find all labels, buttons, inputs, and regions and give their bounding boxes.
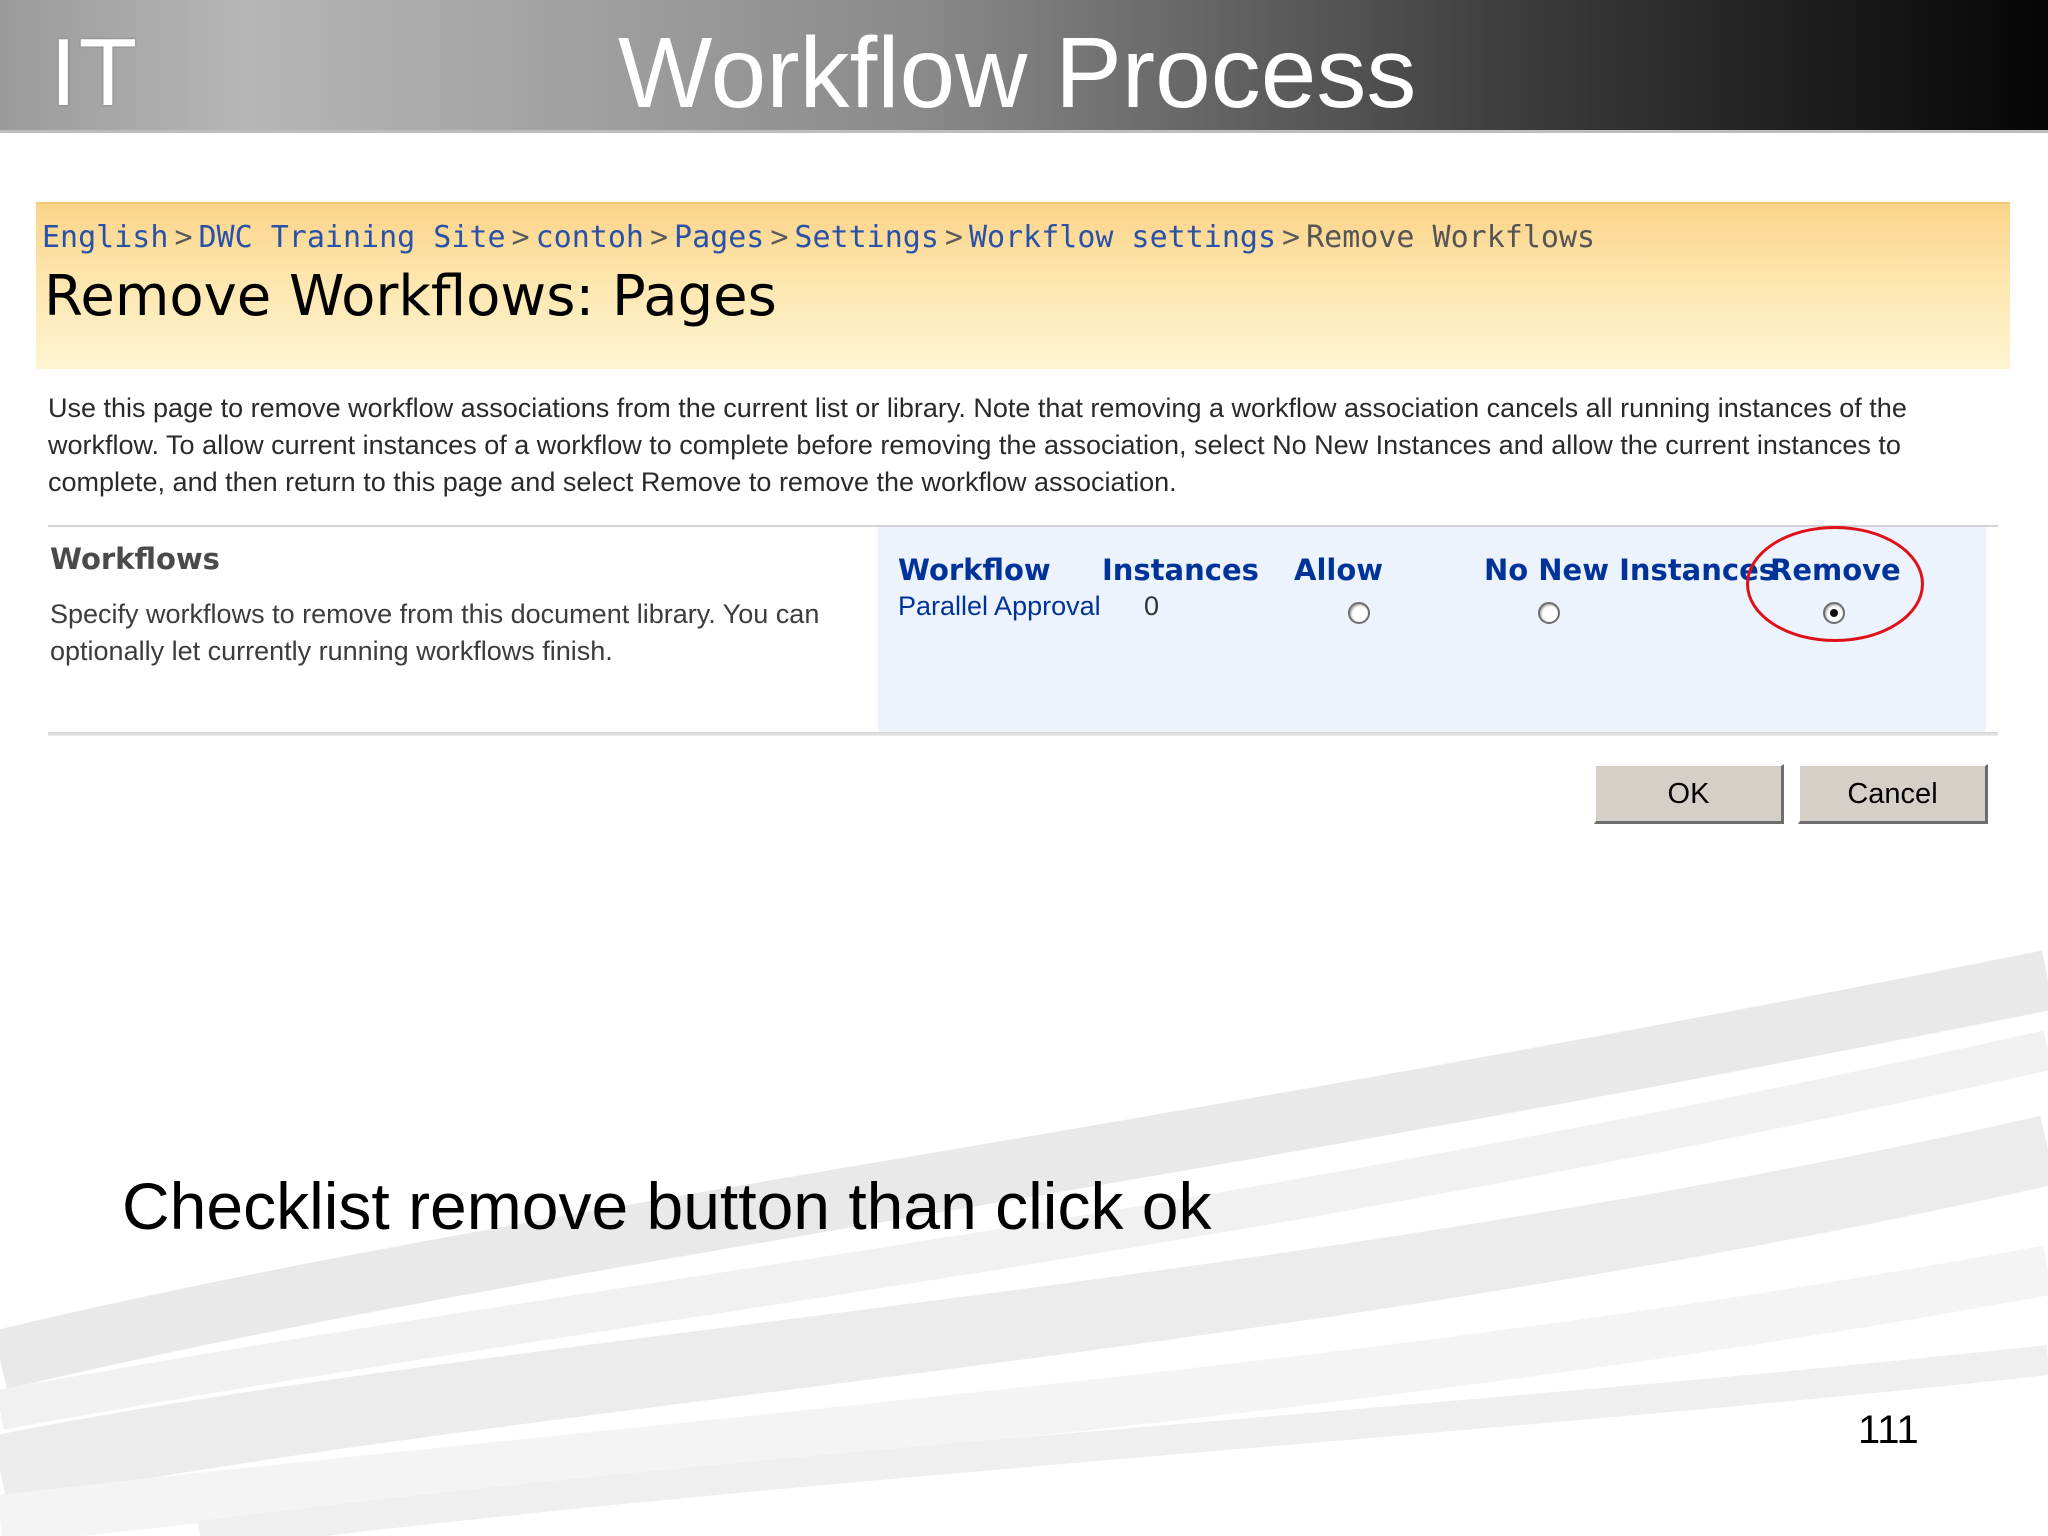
breadcrumb-separator: > (944, 220, 963, 255)
breadcrumb-separator: > (649, 220, 669, 255)
breadcrumb-current: Remove Workflows (1306, 220, 1596, 255)
column-header-no-new-instances: No New Instances (1484, 553, 1777, 587)
breadcrumb-link-english[interactable]: English (42, 220, 168, 255)
slide-title: Workflow Process (618, 17, 1417, 129)
breadcrumb-separator: > (511, 220, 530, 255)
cancel-button[interactable]: Cancel (1798, 764, 1988, 824)
page-description: Use this page to remove workflow associa… (48, 393, 1907, 497)
title-area: English > DWC Training Site > contoh > Pages > S… (36, 202, 2010, 369)
slide-header: IT Workflow Process (0, 0, 2048, 133)
section-title: Workflows (50, 542, 220, 576)
no-new-instances-radio[interactable] (1538, 602, 1560, 624)
breadcrumb-link-contoh[interactable]: contoh (536, 220, 644, 255)
sharepoint-screenshot: English > DWC Training Site > contoh > Pages > S… (36, 202, 2010, 832)
slide-logo: IT (50, 19, 140, 126)
column-header-workflow: Workflow (898, 553, 1051, 587)
allow-radio[interactable] (1348, 602, 1370, 624)
section-bottom-divider (48, 732, 1998, 736)
slide-page-number: 111 (1858, 1408, 1919, 1452)
column-header-allow: Allow (1294, 553, 1384, 587)
ok-button[interactable]: OK (1594, 764, 1784, 824)
page-title: Remove Workflows: Pages (44, 264, 777, 329)
breadcrumb-link-settings[interactable]: Settings (794, 220, 939, 255)
breadcrumb-link-site[interactable]: DWC Training Site (199, 220, 506, 255)
breadcrumb-separator: > (1282, 220, 1301, 255)
breadcrumb: English > DWC Training Site > contoh > Pages > S… (42, 220, 1595, 255)
instances-count: 0 (1144, 591, 1160, 621)
breadcrumb-link-pages[interactable]: Pages (674, 220, 764, 255)
highlight-ellipse (1746, 526, 1924, 642)
breadcrumb-link-workflow-settings[interactable]: Workflow settings (969, 220, 1276, 255)
slide-instruction: Checklist remove button than click ok (122, 1169, 1212, 1243)
breadcrumb-separator: > (174, 220, 193, 255)
section-description: Specify workflows to remove from this do… (50, 599, 820, 666)
workflow-name: Parallel Approval (898, 591, 1101, 621)
breadcrumb-separator: > (770, 220, 789, 255)
section-info: Workflows Specify workflows to remove fr… (50, 542, 870, 670)
column-header-instances: Instances (1102, 553, 1259, 587)
